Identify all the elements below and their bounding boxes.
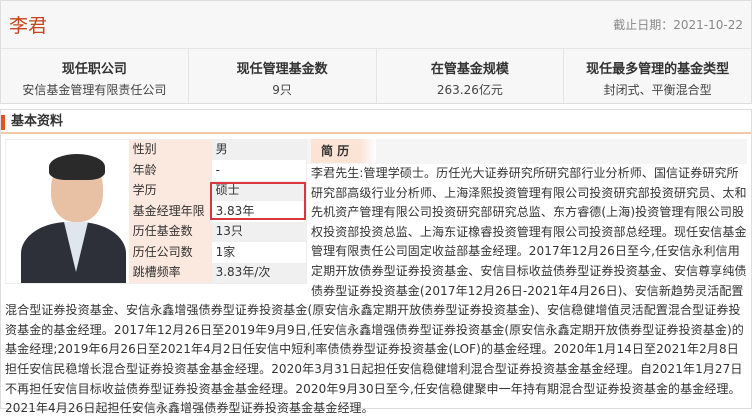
table-row: 年龄 - [128, 160, 306, 181]
manager-header-panel: 李君 截止日期：2021-10-22 现任职公司安信基金管理有限责任公司 现任管… [0, 0, 752, 104]
field-value: 1家 [211, 242, 306, 263]
field-label: 年龄 [128, 160, 212, 181]
field-label: 基金经理年限 [128, 201, 212, 222]
stat-label: 现任管理基金数 [236, 62, 328, 77]
profile-block: 性别男 年龄 - 学历 硕士 基金经理年限 3.83年 历任基金数 13只 历任公司数 1… [5, 139, 307, 284]
section-title: 基本资料 [1, 110, 751, 134]
stats-row: 现任职公司安信基金管理有限责任公司 现任管理基金数 9只 在管基金规模 263.26… [1, 48, 751, 103]
field-label: 性别 [128, 140, 212, 161]
stat-company: 现任职公司安信基金管理有限责任公司 [1, 49, 189, 103]
stat-value: 9只 [272, 83, 292, 97]
field-value: - [211, 160, 306, 181]
bio-title: 简 历 [311, 139, 376, 163]
field-value: 硕士 [211, 180, 306, 202]
stat-fund-type: 现任最多管理的基金类型 封闭式、平衡混合型 [564, 49, 751, 103]
stat-label: 现任职公司 [61, 62, 127, 77]
table-row: 学历 硕士 [128, 180, 306, 202]
field-label: 历任公司数 [128, 242, 212, 263]
stat-value: 安信基金管理有限责任公司 [22, 83, 167, 97]
field-value: 3.83年/次 [211, 262, 306, 283]
as-of-date: 截止日期：2021-10-22 [613, 18, 743, 32]
manager-photo [6, 140, 129, 283]
field-label: 历任基金数 [128, 221, 212, 243]
stat-label: 在管基金规模 [430, 62, 509, 77]
field-value: 13只 [211, 221, 306, 243]
manager-name: 李君 [9, 15, 48, 37]
field-value: 男 [211, 140, 306, 161]
table-row: 跳槽频率 3.83年/次 [128, 262, 306, 283]
stat-fund-count: 现任管理基金数 9只 [189, 49, 377, 103]
stat-value: 封闭式、平衡混合型 [603, 83, 712, 97]
stat-aum: 在管基金规模 263.26亿元 [377, 49, 565, 103]
table-row: 基金经理年限 3.83年 [128, 201, 306, 222]
field-value: 3.83年 [211, 201, 306, 222]
table-row: 历任基金数 13只 [128, 221, 306, 243]
basic-info-section: 基本资料 性别男 年龄 - 学历 硕士 基金经理年限 3.83年 历任基金数 13只 历… [0, 109, 752, 415]
stat-value: 263.26亿元 [436, 83, 503, 97]
field-label: 跳槽频率 [128, 262, 212, 283]
profile-table: 性别男 年龄 - 学历 硕士 基金经理年限 3.83年 历任基金数 13只 历任公司数 1… [128, 140, 306, 283]
table-row: 历任公司数 1家 [128, 242, 306, 263]
field-label: 学历 [128, 180, 212, 202]
table-row: 性别男 [128, 140, 306, 161]
stat-label: 现任最多管理的基金类型 [586, 62, 730, 77]
